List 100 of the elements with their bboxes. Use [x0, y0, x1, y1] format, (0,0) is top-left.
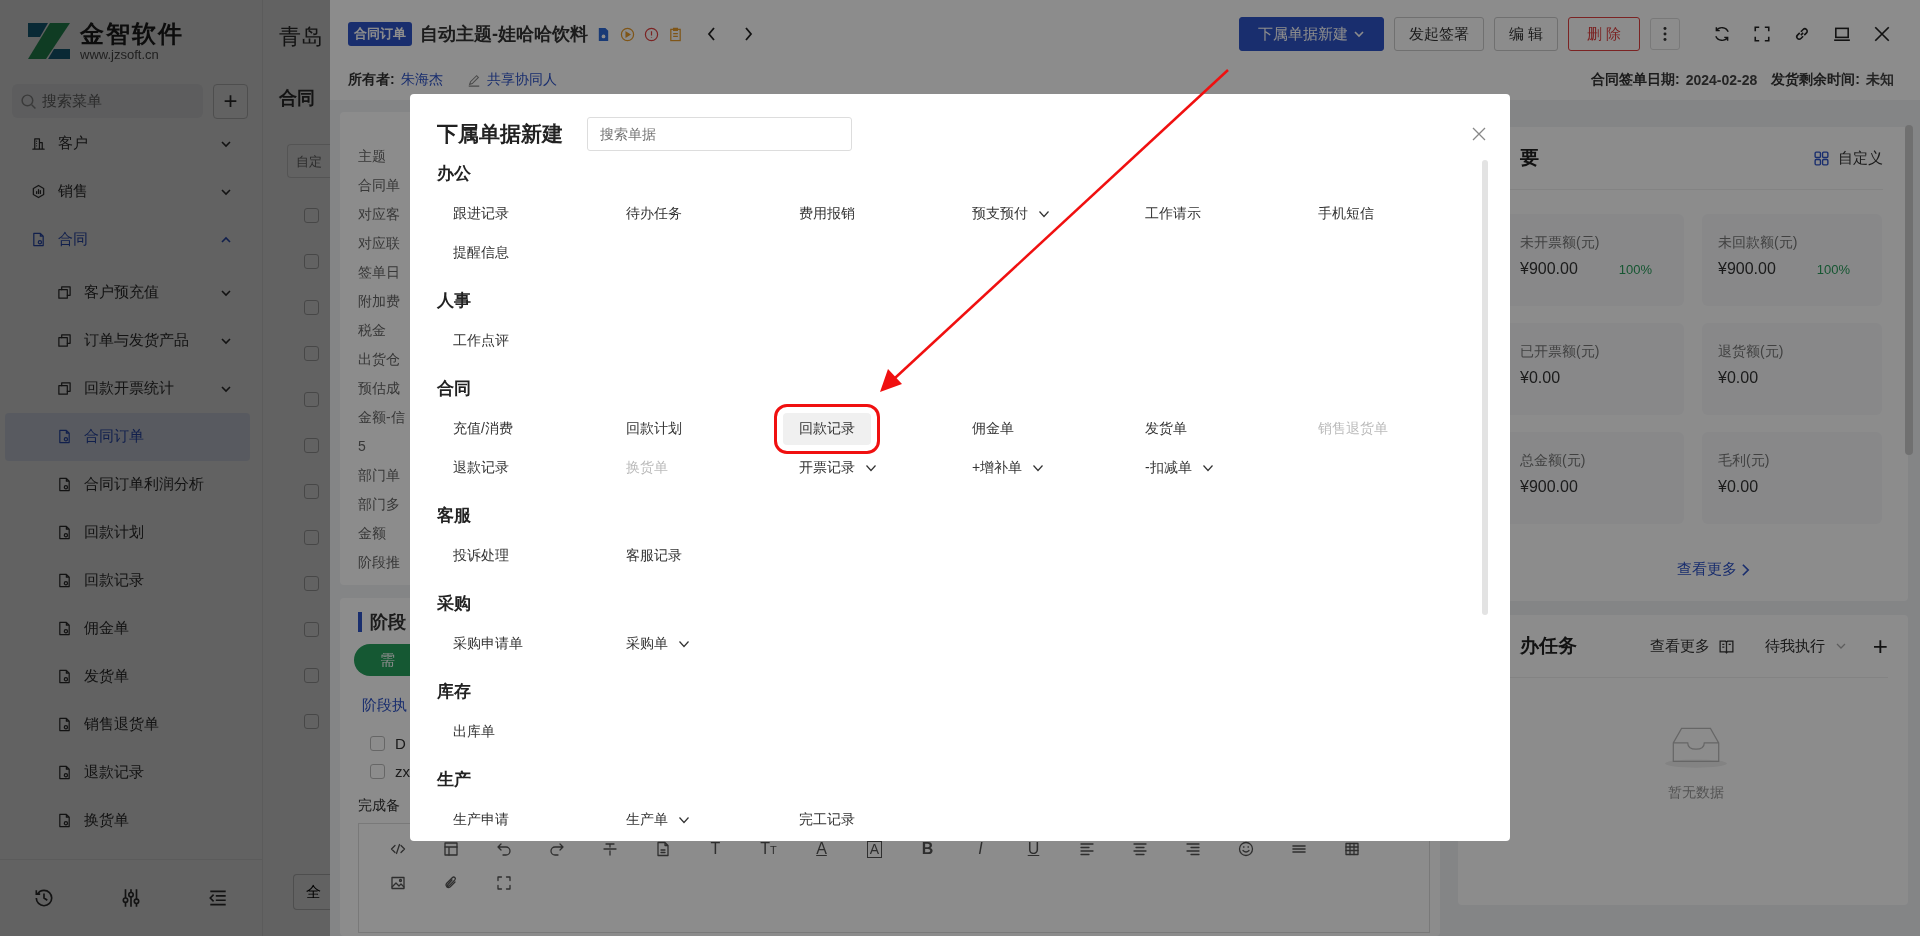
document-icon[interactable] [31, 232, 46, 248]
document-type-item[interactable]: +增补单 [956, 451, 1061, 484]
toolbar-button[interactable]: 删 除 [1567, 17, 1640, 51]
document-icon[interactable] [57, 525, 72, 541]
document-type-item[interactable]: 退款记录 [437, 451, 525, 484]
menu-item[interactable]: 回款计划 [5, 508, 250, 557]
menu-item[interactable]: 合同 [5, 215, 250, 264]
stage-link[interactable]: 阶段执 [362, 696, 407, 715]
align-left-icon[interactable] [1078, 841, 1095, 857]
strikethrough-icon[interactable] [601, 841, 618, 857]
row-checkbox[interactable] [304, 484, 319, 499]
file-icon[interactable] [654, 841, 671, 857]
emoji-icon[interactable] [1237, 841, 1254, 857]
copy-icon[interactable] [57, 381, 72, 397]
row-checkbox[interactable] [304, 668, 319, 683]
undo-icon[interactable] [495, 841, 512, 857]
layout-icon[interactable] [442, 841, 459, 857]
document-icon[interactable] [596, 26, 611, 42]
document-type-item[interactable]: 预支预付 [956, 197, 1066, 230]
scrollbar[interactable] [1482, 160, 1488, 615]
filter-dropdown[interactable]: 待我执行 [1764, 636, 1847, 656]
menu-item[interactable]: 客户 [5, 119, 250, 168]
customize-link[interactable]: 自定义 [1838, 148, 1883, 168]
row-checkbox[interactable] [304, 392, 319, 407]
search-field[interactable]: 搜索单据 [587, 117, 852, 151]
more-icon[interactable] [1650, 18, 1680, 50]
menu-item[interactable]: 换货单 [5, 796, 250, 845]
format-glyph[interactable]: U [1027, 840, 1040, 858]
toolbar-button[interactable]: 编 辑 [1493, 17, 1558, 51]
row-checkbox[interactable] [304, 208, 319, 223]
checkbox[interactable] [370, 735, 385, 751]
checkbox[interactable] [370, 763, 385, 779]
document-type-item[interactable]: 跟进记录 [437, 197, 525, 230]
document-type-item[interactable]: 采购单 [610, 627, 706, 660]
row-checkbox[interactable] [304, 300, 319, 315]
document-icon[interactable] [57, 669, 72, 685]
menu-item[interactable]: 回款开票统计 [5, 364, 250, 413]
document-type-item[interactable]: 开票记录 [783, 451, 893, 484]
document-icon[interactable] [57, 765, 72, 781]
owner-link[interactable]: 朱海杰 [400, 71, 443, 89]
align-center-icon[interactable] [1131, 841, 1148, 857]
document-icon[interactable] [57, 477, 72, 493]
close-icon[interactable] [1471, 126, 1487, 142]
paperclip-icon[interactable] [442, 875, 459, 891]
document-type-item[interactable]: -扣减单 [1129, 451, 1230, 484]
view-more-link[interactable]: 查看更多 [1649, 636, 1710, 656]
document-icon[interactable] [57, 573, 72, 589]
row-checkbox[interactable] [304, 622, 319, 637]
document-type-item[interactable]: 采购申请单 [437, 627, 539, 660]
format-glyph[interactable]: B [921, 840, 934, 858]
previous-icon[interactable] [706, 26, 718, 42]
share-collaborators-link[interactable]: 共享协同人 [486, 71, 557, 89]
next-icon[interactable] [742, 26, 754, 42]
fullscreen-icon[interactable] [1753, 25, 1771, 43]
format-glyph[interactable]: A [816, 840, 827, 858]
copy-icon[interactable] [57, 333, 72, 349]
document-icon[interactable] [57, 813, 72, 829]
clipboard-icon[interactable] [668, 26, 683, 42]
menu-item[interactable]: 佣金单 [5, 604, 250, 653]
document-type-item[interactable]: 回款计划 [610, 412, 698, 445]
document-type-item[interactable]: 工作请示 [1129, 197, 1217, 230]
menu-item[interactable]: 销售退货单 [5, 700, 250, 749]
copy-icon[interactable] [57, 285, 72, 301]
warning-icon[interactable] [644, 26, 659, 42]
redo-icon[interactable] [548, 841, 565, 857]
format-glyph[interactable]: TT [760, 839, 777, 859]
menu-item[interactable]: 回款记录 [5, 556, 250, 605]
sliders-icon[interactable] [120, 887, 142, 910]
document-icon[interactable] [57, 621, 72, 637]
align-right-icon[interactable] [1184, 841, 1201, 857]
document-type-item[interactable]: 充值/消费 [437, 412, 529, 445]
view-more-link[interactable]: 查看更多 [1677, 560, 1750, 579]
play-icon[interactable] [620, 26, 635, 42]
document-type-item[interactable]: 发货单 [1129, 412, 1203, 445]
document-icon[interactable] [57, 429, 72, 445]
toolbar-button[interactable]: 发起签署 [1393, 17, 1484, 51]
document-type-item[interactable]: 工作点评 [437, 324, 525, 357]
document-icon[interactable] [57, 717, 72, 733]
format-glyph[interactable]: T [710, 840, 721, 858]
format-glyph[interactable]: A [866, 840, 883, 858]
row-checkbox[interactable] [304, 576, 319, 591]
row-checkbox[interactable] [304, 438, 319, 453]
code-icon[interactable] [389, 841, 406, 857]
table-icon[interactable] [1343, 841, 1360, 857]
grid-icon[interactable] [1813, 149, 1830, 167]
format-glyph[interactable]: I [978, 840, 983, 858]
document-type-item[interactable]: 佣金单 [956, 412, 1030, 445]
building-icon[interactable] [31, 136, 46, 152]
menu-item[interactable]: 合同订单 [5, 412, 250, 461]
row-checkbox[interactable] [304, 530, 319, 545]
document-type-item[interactable]: 投诉处理 [437, 539, 525, 572]
link-icon[interactable] [1793, 25, 1811, 43]
row-checkbox[interactable] [304, 714, 319, 729]
row-checkbox[interactable] [304, 346, 319, 361]
menu-item[interactable]: 订单与发货产品 [5, 316, 250, 365]
menu-item[interactable]: 销售 [5, 167, 250, 216]
menu-item[interactable]: 合同订单利润分析 [5, 460, 250, 509]
refresh-icon[interactable] [1713, 25, 1731, 43]
document-type-item[interactable]: 手机短信 [1302, 197, 1390, 230]
document-type-item[interactable]: 费用报销 [783, 197, 871, 230]
